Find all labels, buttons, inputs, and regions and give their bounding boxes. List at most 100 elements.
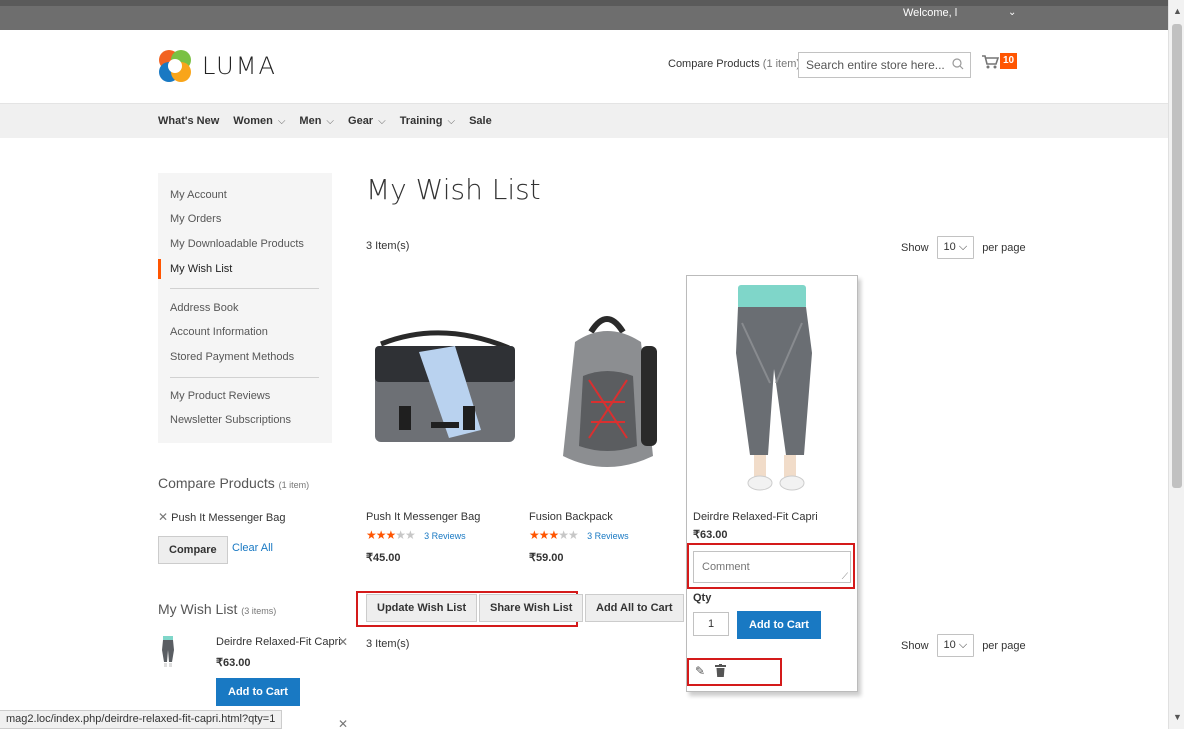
wishlist-product-2: Fusion Backpack ★★★★★ 3 Reviews ₹59.00: [529, 511, 629, 564]
sidebar-item-my-account[interactable]: My Account: [170, 189, 227, 201]
compare-count: (1 item): [762, 58, 801, 70]
search-input[interactable]: [799, 53, 944, 77]
per-page-select[interactable]: 10 ⌵: [936, 236, 975, 259]
sidebar-add-to-cart-button[interactable]: Add to Cart: [216, 678, 300, 706]
sidebar-divider: [170, 288, 319, 289]
clear-all-link[interactable]: Clear All: [232, 542, 273, 554]
reviews-link[interactable]: 3 Reviews: [587, 531, 629, 541]
product-price: ₹45.00: [366, 552, 401, 564]
chevron-down-icon: ⌵: [447, 115, 456, 127]
nav-label: Sale: [469, 115, 492, 127]
search-box: [798, 52, 971, 78]
sidebar-item-product-reviews[interactable]: My Product Reviews: [170, 390, 270, 402]
wishlist-block-count: (3 items): [241, 606, 277, 616]
main-navigation: What's New Women ⌵ Men ⌵ Gear ⌵ Training ⌵ S…: [0, 103, 1168, 138]
sidebar-item-my-wish-list: My Wish List: [158, 259, 232, 279]
compare-list-item: ✕ Push It Messenger Bag: [158, 510, 285, 524]
nav-label: Gear: [348, 115, 374, 127]
close-icon[interactable]: ✕: [338, 717, 348, 729]
remove-wishlist-item-icon[interactable]: ✕: [338, 635, 348, 649]
wishlist-sidebar-item-name[interactable]: Deirdre Relaxed-Fit Capri: [216, 636, 341, 648]
chevron-down-icon[interactable]: ⌄: [1008, 7, 1016, 18]
compare-item-name[interactable]: Push It Messenger Bag: [171, 512, 285, 524]
page-title: My Wish List: [366, 173, 541, 206]
comment-textarea[interactable]: Comment ⟋: [693, 551, 851, 583]
trash-icon[interactable]: [715, 664, 726, 677]
scroll-down-icon[interactable]: ▼: [1173, 712, 1182, 722]
nav-item-sale[interactable]: Sale: [469, 115, 492, 127]
remove-compare-item-icon[interactable]: ✕: [158, 510, 168, 524]
sidebar-item-my-orders[interactable]: My Orders: [170, 213, 221, 225]
sidebar-item-stored-payment-methods[interactable]: Stored Payment Methods: [170, 351, 294, 363]
product-name[interactable]: Deirdre Relaxed-Fit Capri: [693, 511, 818, 523]
nav-label: Training: [399, 115, 443, 127]
toolbar-item-count: 3 Item(s): [366, 240, 410, 252]
chevron-down-icon: ⌵: [378, 115, 386, 127]
search-icon[interactable]: [952, 58, 964, 70]
cart-icon: [982, 55, 1000, 69]
chevron-down-icon: ⌵: [958, 241, 968, 253]
rating-stars: ★★★★★: [529, 528, 579, 542]
resize-handle-icon[interactable]: ⟋: [842, 571, 848, 582]
limiter-show-label: Show: [901, 241, 929, 254]
qty-input[interactable]: 1: [693, 612, 729, 636]
sidebar-divider: [170, 377, 319, 378]
chevron-down-icon: ⌵: [326, 115, 335, 127]
sidebar-item-address-book[interactable]: Address Book: [170, 302, 238, 314]
nav-item-training[interactable]: Training ⌵: [400, 115, 455, 127]
browser-status-bar: mag2.loc/index.php/deirdre-relaxed-fit-c…: [0, 710, 283, 729]
minicart[interactable]: 10: [981, 53, 1018, 73]
toolbar-item-count-bottom: 3 Item(s): [366, 638, 410, 650]
compare-button[interactable]: Compare: [158, 536, 228, 564]
chevron-down-icon: ⌵: [958, 639, 968, 651]
compare-block-title: Compare Products (1 item): [158, 475, 309, 491]
product-price: ₹63.00: [693, 529, 728, 541]
store-logo[interactable]: LUMA: [158, 49, 277, 83]
per-page-select[interactable]: 10 ⌵: [936, 634, 975, 657]
scrollbar-thumb[interactable]: [1172, 24, 1182, 488]
nav-item-whats-new[interactable]: What's New: [158, 115, 219, 127]
scroll-up-icon[interactable]: ▲: [1173, 6, 1182, 16]
add-all-to-cart-button[interactable]: Add All to Cart: [585, 594, 684, 622]
add-to-cart-button[interactable]: Add to Cart: [737, 611, 821, 639]
wishlist-title: My Wish List: [158, 601, 238, 617]
sidebar-item-newsletter-subscriptions[interactable]: Newsletter Subscriptions: [170, 414, 291, 426]
sidebar-item-account-information[interactable]: Account Information: [170, 326, 268, 338]
sidebar-item-downloadable-products[interactable]: My Downloadable Products: [170, 238, 304, 250]
cart-count-badge: 10: [1000, 53, 1018, 69]
limiter-show-label: Show: [901, 639, 929, 652]
share-wishlist-button[interactable]: Share Wish List: [479, 594, 584, 622]
product-rating: ★★★★★ 3 Reviews: [366, 528, 480, 542]
compare-products-link[interactable]: Compare Products (1 item): [668, 58, 800, 70]
product-name[interactable]: Fusion Backpack: [529, 511, 629, 523]
toolbar-limiter-bottom: Show 10 ⌵ per page: [901, 634, 1026, 657]
update-wishlist-button[interactable]: Update Wish List: [366, 594, 478, 622]
nav-item-women[interactable]: Women ⌵: [233, 115, 285, 127]
product-image-fusion-backpack[interactable]: [553, 306, 661, 476]
product-rating: ★★★★★ 3 Reviews: [529, 528, 629, 542]
product-image-messenger-bag[interactable]: [371, 326, 519, 448]
nav-item-men[interactable]: Men ⌵: [299, 115, 334, 127]
toolbar-limiter: Show 10 ⌵ per page: [901, 236, 1026, 259]
top-header-bar: Welcome, l ⌄: [0, 0, 1168, 30]
limiter-per-page-label: per page: [982, 241, 1026, 254]
product-name[interactable]: Push It Messenger Bag: [366, 511, 480, 523]
welcome-message[interactable]: Welcome, l: [903, 6, 957, 20]
account-navigation: My Account My Orders My Downloadable Pro…: [158, 173, 332, 443]
compare-label: Compare Products: [668, 58, 760, 70]
edit-icon[interactable]: ✎: [695, 664, 705, 678]
wishlist-product-3: Deirdre Relaxed-Fit Capri ₹63.00: [693, 511, 818, 541]
product-image-deirdre-capri[interactable]: [724, 283, 820, 495]
luma-logo-icon: [159, 50, 191, 82]
comment-placeholder: Comment: [702, 561, 750, 573]
per-page-value: 10: [943, 241, 956, 253]
compare-title: Compare Products: [158, 475, 275, 491]
nav-item-gear[interactable]: Gear ⌵: [348, 115, 386, 127]
qty-label: Qty: [693, 592, 712, 604]
capri-thumbnail[interactable]: [160, 636, 176, 668]
logo-text: LUMA: [202, 52, 277, 80]
reviews-link[interactable]: 3 Reviews: [424, 531, 466, 541]
page-scrollbar[interactable]: ▲ ▼: [1168, 0, 1184, 729]
limiter-per-page-label: per page: [982, 639, 1026, 652]
nav-label: Women: [233, 115, 273, 127]
